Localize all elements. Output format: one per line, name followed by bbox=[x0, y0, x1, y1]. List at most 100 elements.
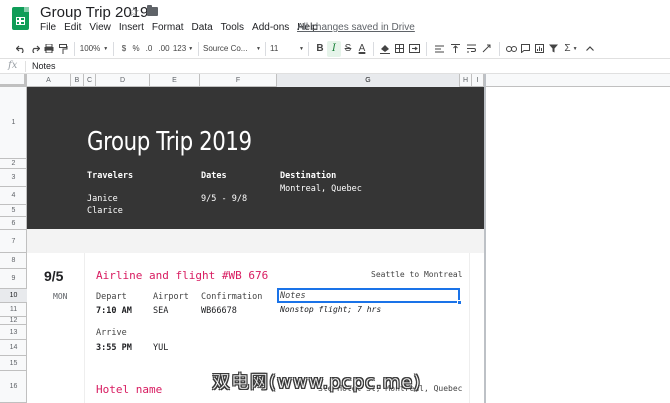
row-header[interactable]: 1 bbox=[0, 87, 27, 159]
column-header-i[interactable]: I bbox=[472, 74, 484, 87]
menu-file[interactable]: File bbox=[40, 22, 56, 33]
italic-button[interactable]: I bbox=[327, 40, 341, 57]
text-rotation-icon[interactable] bbox=[479, 41, 495, 57]
text-wrap-icon[interactable] bbox=[463, 41, 479, 57]
notes-label: Notes bbox=[280, 291, 306, 301]
row-header[interactable]: 15 bbox=[0, 356, 27, 371]
row-header[interactable]: 14 bbox=[0, 340, 27, 356]
font-size-select[interactable]: 11 ▼ bbox=[270, 41, 304, 57]
airport-label[interactable]: Airport bbox=[153, 292, 189, 302]
flight-title[interactable]: Airline and flight #WB 676 bbox=[96, 269, 268, 282]
select-all-corner[interactable] bbox=[0, 74, 27, 87]
menu-data[interactable]: Data bbox=[192, 22, 213, 33]
column-header-f[interactable]: F bbox=[200, 74, 277, 87]
trip-title[interactable]: Group Trip 2019 bbox=[87, 127, 252, 157]
font-select[interactable]: Source Co... ▼ bbox=[203, 41, 261, 57]
currency-format-button[interactable]: $ bbox=[118, 41, 130, 57]
dates-label[interactable]: Dates bbox=[201, 171, 227, 181]
row-header[interactable]: 12 bbox=[0, 317, 27, 325]
frozen-column-divider[interactable] bbox=[484, 74, 486, 403]
insert-comment-icon[interactable] bbox=[518, 41, 532, 57]
traveler-name[interactable]: Janice bbox=[87, 194, 118, 204]
row-headers: 1 2 3 4 5 6 7 8 9 10 11 12 13 14 15 16 bbox=[0, 87, 27, 403]
percent-format-button[interactable]: % bbox=[130, 41, 142, 57]
filter-icon[interactable] bbox=[546, 41, 560, 57]
depart-label[interactable]: Depart bbox=[96, 292, 127, 302]
star-icon[interactable]: ☆ bbox=[128, 4, 140, 20]
text-color-button[interactable]: A bbox=[355, 41, 369, 57]
depart-time[interactable]: 7:10 AM bbox=[96, 306, 132, 316]
depart-airport[interactable]: SEA bbox=[153, 306, 168, 316]
row-header[interactable]: 9 bbox=[0, 269, 27, 289]
row-header[interactable]: 10 bbox=[0, 289, 27, 303]
title-bar: Group Trip 2019 ☆ File Edit View Insert … bbox=[0, 0, 670, 38]
sheets-logo-icon[interactable] bbox=[12, 7, 29, 30]
font-value: Source Co... bbox=[203, 44, 248, 53]
confirmation-label[interactable]: Confirmation bbox=[201, 292, 262, 302]
sigma-icon: Σ bbox=[564, 43, 571, 54]
insert-link-icon[interactable] bbox=[504, 41, 518, 57]
column-header-e[interactable]: E bbox=[150, 74, 200, 87]
column-header-g[interactable]: G bbox=[277, 74, 460, 87]
menu-tools[interactable]: Tools bbox=[221, 22, 244, 33]
travelers-label[interactable]: Travelers bbox=[87, 171, 133, 181]
fill-color-icon[interactable] bbox=[378, 41, 392, 57]
folder-icon[interactable] bbox=[147, 5, 158, 16]
row-header[interactable]: 5 bbox=[0, 205, 27, 217]
collapse-toolbar-icon[interactable] bbox=[582, 41, 598, 57]
undo-icon[interactable] bbox=[14, 41, 28, 57]
menu-insert[interactable]: Insert bbox=[119, 22, 144, 33]
row-header[interactable]: 13 bbox=[0, 325, 27, 340]
increase-decimal-button[interactable]: .00 bbox=[156, 41, 172, 57]
column-header-a[interactable]: A bbox=[27, 74, 71, 87]
save-status[interactable]: All changes saved in Drive bbox=[297, 22, 415, 33]
more-formats-button[interactable]: 123 ▼ bbox=[172, 41, 194, 57]
row-header[interactable]: 4 bbox=[0, 187, 27, 205]
destination-label[interactable]: Destination bbox=[280, 171, 336, 181]
menu-addons[interactable]: Add-ons bbox=[252, 22, 289, 33]
horizontal-align-icon[interactable] bbox=[431, 41, 447, 57]
paint-format-icon[interactable] bbox=[56, 41, 70, 57]
row-header[interactable]: 7 bbox=[0, 230, 27, 253]
dates-value[interactable]: 9/5 - 9/8 bbox=[201, 194, 247, 204]
print-icon[interactable] bbox=[42, 41, 56, 57]
confirmation-number[interactable]: WB66678 bbox=[201, 306, 237, 316]
insert-chart-icon[interactable] bbox=[532, 41, 546, 57]
row-header[interactable]: 16 bbox=[0, 371, 27, 403]
borders-icon[interactable] bbox=[392, 41, 406, 57]
decrease-decimal-button[interactable]: .0 bbox=[142, 41, 156, 57]
row-header[interactable]: 3 bbox=[0, 169, 27, 187]
menu-view[interactable]: View bbox=[89, 22, 111, 33]
column-header-b[interactable]: B bbox=[71, 74, 84, 87]
flight-route[interactable]: Seattle to Montreal bbox=[371, 270, 463, 279]
row-header[interactable]: 6 bbox=[0, 217, 27, 230]
strikethrough-button[interactable]: S bbox=[341, 41, 355, 57]
day-weekday[interactable]: MON bbox=[53, 292, 67, 301]
toolbar: 100% ▼ $ % .0 .00 123 ▼ Source Co... ▼ 11 ▼ … bbox=[0, 39, 670, 58]
day-date[interactable]: 9/5 bbox=[44, 268, 63, 284]
column-header-d[interactable]: D bbox=[96, 74, 150, 87]
functions-button[interactable]: Σ ▼ bbox=[560, 41, 582, 57]
destination-value[interactable]: Montreal, Quebec bbox=[280, 184, 362, 194]
vertical-align-icon[interactable] bbox=[447, 41, 463, 57]
column-header-c[interactable]: C bbox=[84, 74, 96, 87]
hotel-title[interactable]: Hotel name bbox=[96, 383, 162, 396]
selected-cell-notes[interactable]: Notes bbox=[277, 288, 460, 303]
merge-cells-icon[interactable] bbox=[406, 41, 422, 57]
arrive-label[interactable]: Arrive bbox=[96, 328, 127, 338]
menu-edit[interactable]: Edit bbox=[64, 22, 81, 33]
fill-handle[interactable] bbox=[457, 300, 462, 305]
arrive-time[interactable]: 3:55 PM bbox=[96, 343, 132, 353]
notes-value[interactable]: Nonstop flight; 7 hrs bbox=[280, 305, 381, 314]
row-header[interactable]: 8 bbox=[0, 253, 27, 269]
row-header[interactable]: 11 bbox=[0, 303, 27, 317]
row-header[interactable]: 2 bbox=[0, 159, 27, 169]
bold-button[interactable]: B bbox=[313, 41, 327, 57]
traveler-name[interactable]: Clarice bbox=[87, 206, 123, 216]
formula-input[interactable]: Notes bbox=[32, 61, 56, 71]
menu-format[interactable]: Format bbox=[152, 22, 184, 33]
arrive-airport[interactable]: YUL bbox=[153, 343, 168, 353]
redo-icon[interactable] bbox=[28, 41, 42, 57]
column-header-h[interactable]: H bbox=[460, 74, 472, 87]
zoom-select[interactable]: 100% ▼ bbox=[79, 41, 109, 57]
